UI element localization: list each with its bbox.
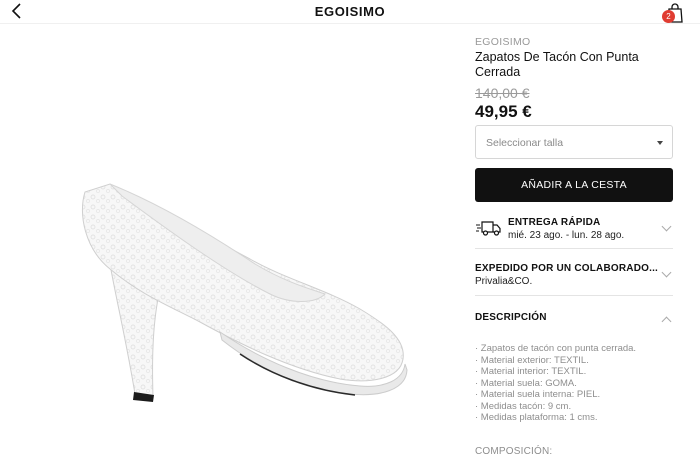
cart-count-badge: 2 [662,10,675,23]
description-item: · Medidas plataforma: 1 cms. [475,412,598,423]
description-item: · Material exterior: TEXTIL. [475,354,589,366]
original-price: 140,00 € [475,85,530,101]
caret-down-icon [657,141,663,145]
product-brand[interactable]: EGOISIMO [475,36,673,48]
description-item: · Material interior: TEXTIL. [475,366,587,377]
truck-icon [476,221,501,236]
seller-row[interactable]: EXPEDIDO POR UN COLABORADO... Privalia&C… [475,258,673,296]
composition-title: COMPOSICIÓN: [475,446,553,457]
description-item: · Material suela interna: PIEL. [475,389,601,400]
sale-price: 49,95 € [475,102,532,121]
description-list: · Zapatos de tacón con punta cerrada. · … [475,343,685,424]
top-bar: EGOISIMO 2 [0,0,700,24]
description-item: · Medidas tacón: 9 cm. [475,400,572,412]
description-item: · Material suela: GOMA. [475,377,577,389]
add-to-cart-button[interactable]: AÑADIR A LA CESTA [475,168,673,202]
description-toggle[interactable]: DESCRIPCIÓN [475,306,673,336]
delivery-dates: mié. 23 ago. - lun. 28 ago. [508,230,625,241]
page-title: EGOISIMO [314,4,386,19]
product-gallery[interactable] [0,24,468,469]
size-select-placeholder: Seleccionar talla [486,137,564,149]
seller-title: EXPEDIDO POR UN COLABORADO... [475,263,659,274]
delivery-title: ENTREGA RÁPIDA [508,217,601,228]
product-info: EGOISIMO Zapatos De Tacón Con Punta Cerr… [475,36,673,122]
product-name: Zapatos De Tacón Con Punta Cerrada [475,50,639,79]
product-image [82,183,408,402]
description-item: · Zapatos de tacón con punta cerrada. [475,343,637,354]
seller-name: Privalia&CO. [475,276,533,287]
description-title: DESCRIPCIÓN [475,312,547,323]
size-select[interactable]: Seleccionar talla [475,125,673,159]
delivery-row[interactable]: ENTREGA RÁPIDA mié. 23 ago. - lun. 28 ag… [475,212,673,249]
